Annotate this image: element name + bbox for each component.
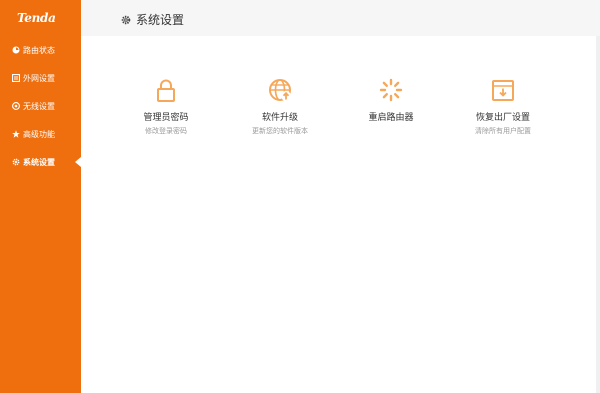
sidebar-item-label: 路由状态	[23, 45, 55, 55]
page-title: 系统设置	[121, 11, 184, 28]
sidebar-item-wireless-settings[interactable]: 无线设置	[0, 95, 81, 117]
sidebar-item-label: 系统设置	[23, 157, 55, 167]
tile-desc: 清除所有用户配置	[475, 127, 531, 135]
globe-upgrade-icon	[269, 79, 291, 101]
content-scrollbar[interactable]	[596, 36, 600, 393]
tile-title: 管理员密码	[143, 113, 189, 123]
tile-reboot-router[interactable]: 重启路由器	[336, 78, 446, 126]
tile-admin-password[interactable]: 管理员密码 修改登录密码	[111, 78, 221, 136]
page-header: 系统设置	[81, 0, 600, 36]
page-title-text: 系统设置	[136, 13, 185, 27]
sidebar-item-advanced[interactable]: 高级功能	[0, 123, 81, 145]
sidebar: Tenda 路由状态 外网设置 无线设置 高级功能 系统设置	[0, 0, 81, 393]
wireless-icon	[12, 102, 20, 110]
tile-title: 恢复出厂设置	[475, 113, 530, 123]
sidebar-item-label: 无线设置	[23, 101, 55, 111]
tile-title: 重启路由器	[368, 113, 414, 123]
status-circle-icon	[12, 46, 20, 54]
star-icon	[12, 130, 20, 138]
gear-icon	[121, 15, 131, 24]
sidebar-item-router-status[interactable]: 路由状态	[0, 39, 81, 61]
tile-desc: 更新您的软件版本	[252, 127, 308, 135]
factory-reset-icon	[492, 80, 514, 101]
tenda-logo: Tenda	[17, 11, 56, 25]
tile-desc: 修改登录密码	[145, 127, 187, 135]
reboot-spinner-icon	[379, 78, 403, 102]
tile-factory-reset[interactable]: 恢复出厂设置 清除所有用户配置	[448, 78, 558, 136]
sidebar-item-system-settings[interactable]: 系统设置	[0, 151, 81, 173]
gear-icon	[12, 158, 20, 166]
wan-box-icon	[12, 74, 20, 82]
sidebar-item-wan-settings[interactable]: 外网设置	[0, 67, 81, 89]
sidebar-item-label: 高级功能	[23, 129, 55, 139]
tile-software-upgrade[interactable]: 软件升级 更新您的软件版本	[225, 78, 335, 136]
lock-icon	[157, 79, 175, 102]
sidebar-item-label: 外网设置	[23, 73, 55, 83]
tile-title: 软件升级	[261, 113, 298, 123]
